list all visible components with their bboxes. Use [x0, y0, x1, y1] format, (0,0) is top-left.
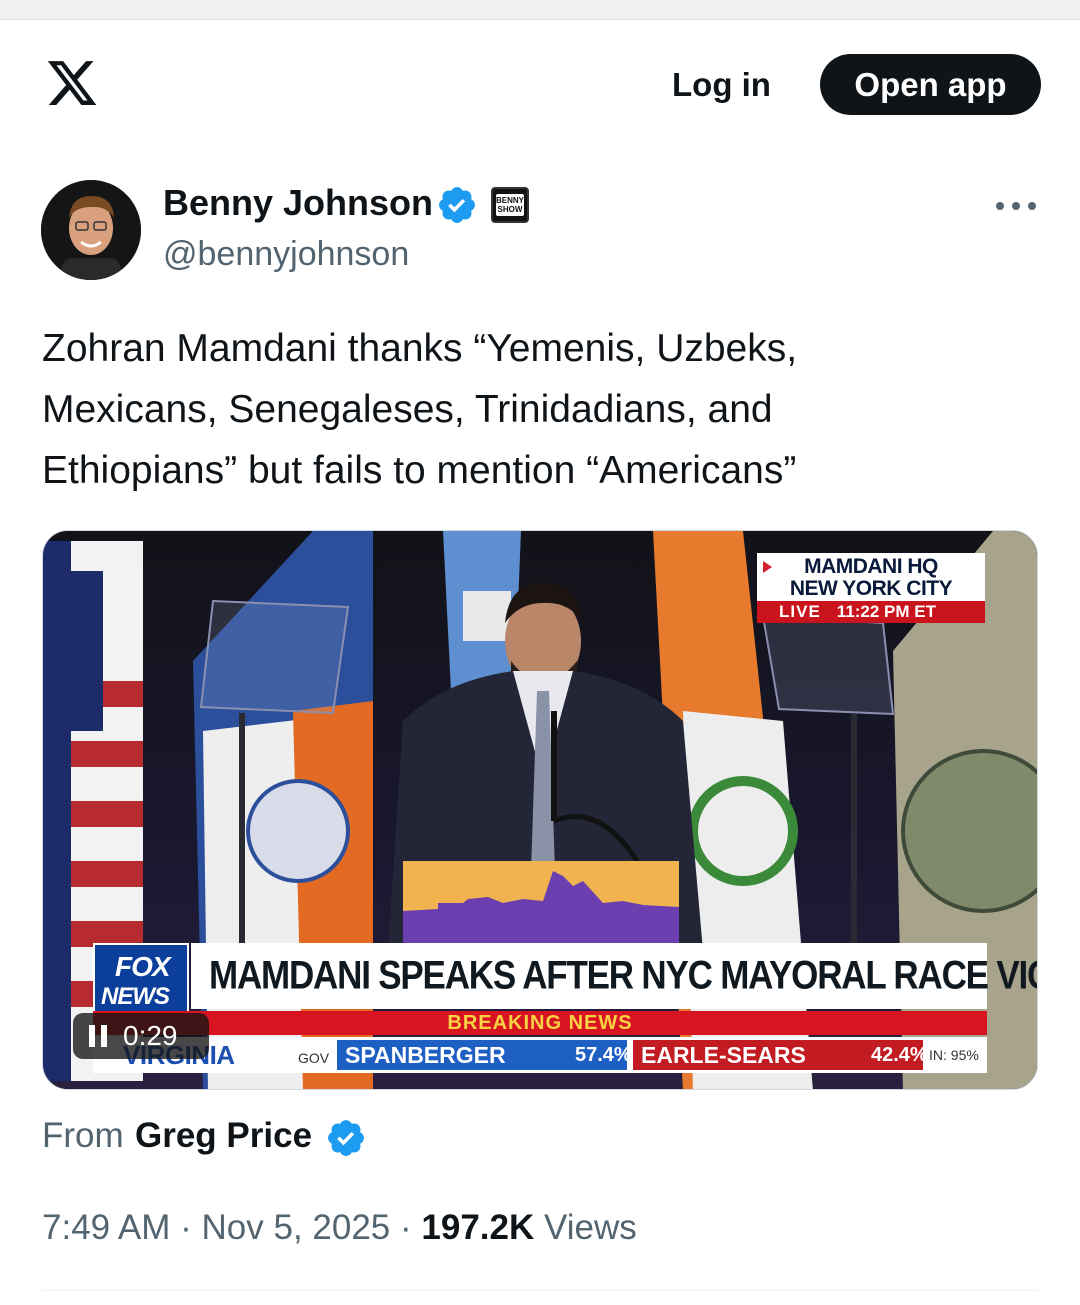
verified-badge-icon [439, 187, 475, 223]
top-bar: Log in Open app [0, 20, 1080, 150]
playback-time: 0:29 [123, 1020, 178, 1051]
ticker-dem-result: SPANBERGER 57.4% [337, 1040, 632, 1070]
attribution-prefix: From [42, 1116, 124, 1155]
live-time: 11:22 PM ET [836, 602, 937, 621]
views-count: 197.2K [421, 1208, 535, 1247]
ticker-race: GOV [298, 1050, 330, 1066]
author-handle[interactable]: @bennyjohnson [163, 235, 409, 274]
pause-icon[interactable] [89, 1025, 107, 1047]
breaking-news-label: BREAKING NEWS [447, 1011, 633, 1034]
ticker-rep-name: EARLE-SEARS [641, 1042, 806, 1068]
chyron-headline: MAMDANI SPEAKS AFTER NYC MAYORAL RACE VI… [191, 943, 1037, 1009]
tweet-text: Zohran Mamdani thanks “Yemenis, Uzbeks, … [42, 327, 798, 492]
video-player[interactable]: MAMDANI HQ NEW YORK CITY LIVE 11:22 PM E… [42, 530, 1038, 1090]
election-ticker: VIRGINIA GOV SPANBERGER 57.4% EARLE-SEAR… [93, 1037, 987, 1073]
login-link[interactable]: Log in [672, 66, 771, 104]
meta-separator: · [390, 1208, 422, 1247]
author-display-name[interactable]: Benny Johnson [163, 182, 433, 224]
avatar[interactable] [41, 180, 141, 280]
chyron-headline-text: MAMDANI SPEAKS AFTER NYC MAYORAL RACE VI… [209, 953, 1037, 998]
x-logo-icon[interactable] [44, 56, 100, 110]
live-label: LIVE [779, 602, 821, 621]
tweet-meta: 7:49 AM · Nov 5, 2025 · 197.2K Views [42, 1208, 637, 1248]
meta-separator: · [170, 1208, 202, 1247]
verified-badge-icon [328, 1120, 364, 1156]
live-bar: LIVE 11:22 PM ET [757, 601, 985, 623]
divider [42, 1290, 1038, 1291]
tweet-time[interactable]: 7:49 AM [42, 1208, 170, 1248]
logo-line-2: NEWS [101, 983, 170, 1010]
ticker-rep-pct: 42.4% [871, 1044, 928, 1066]
breaking-news-bar: BREAKING NEWS [93, 1011, 987, 1035]
views-label [534, 1208, 544, 1248]
fox-news-logo: FOX NEWS [93, 943, 189, 1015]
bug-line-1: MAMDANI HQ [804, 555, 938, 578]
views-label-text: Views [544, 1208, 637, 1247]
ticker-dem-pct: 57.4% [575, 1044, 632, 1066]
ticker-rep-result: EARLE-SEARS 42.4% [633, 1040, 928, 1070]
playback-control[interactable]: 0:29 [73, 1013, 209, 1059]
logo-line-1: FOX [115, 951, 171, 982]
ticker-reporting: IN: 95% [929, 1047, 979, 1063]
tweet-date[interactable]: Nov 5, 2025 [202, 1208, 391, 1248]
attribution-source-name[interactable]: Greg Price [135, 1116, 312, 1156]
affiliate-badge[interactable]: BENNY SHOW [491, 187, 529, 223]
avatar-image [41, 180, 141, 280]
bug-line-2: NEW YORK CITY [789, 577, 953, 600]
more-options-icon[interactable] [996, 196, 1036, 216]
affiliate-badge-label: BENNY SHOW [496, 194, 525, 216]
open-app-button[interactable]: Open app [820, 54, 1041, 115]
browser-top-strip [0, 0, 1080, 20]
ticker-dem-name: SPANBERGER [345, 1042, 506, 1068]
